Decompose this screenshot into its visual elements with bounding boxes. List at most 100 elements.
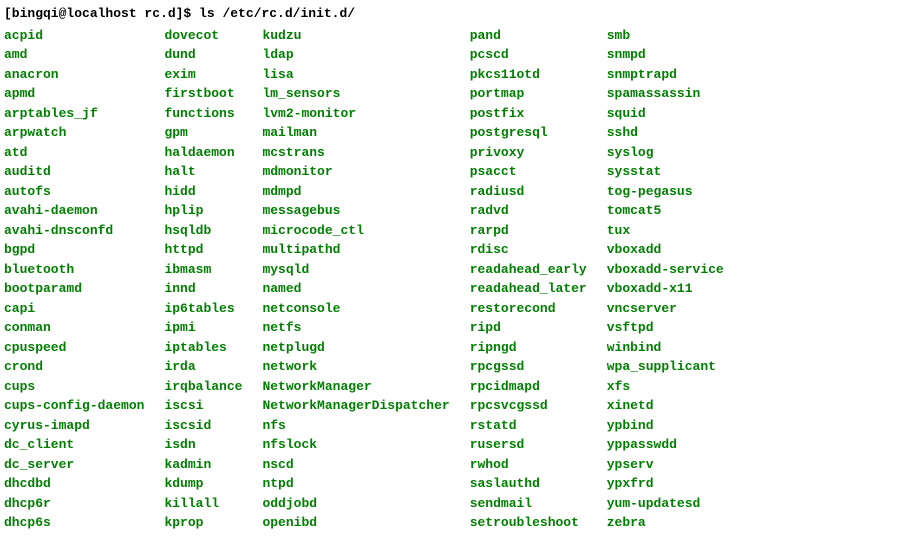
file-entry: nfs	[262, 416, 449, 436]
file-entry: functions	[164, 104, 242, 124]
file-entry: spamassassin	[607, 84, 724, 104]
file-entry: portmap	[470, 84, 587, 104]
file-entry: bgpd	[4, 240, 144, 260]
file-entry: iscsi	[164, 396, 242, 416]
file-entry: dhcdbd	[4, 474, 144, 494]
file-entry: firstboot	[164, 84, 242, 104]
file-entry: arpwatch	[4, 123, 144, 143]
file-entry: winbind	[607, 338, 724, 358]
file-entry: kudzu	[262, 26, 449, 46]
file-entry: named	[262, 279, 449, 299]
prompt-prefix: [bingqi@localhost rc.d]$	[4, 6, 191, 21]
column-2: kudzuldaplisalm_sensorslvm2-monitormailm…	[262, 26, 469, 533]
file-entry: xfs	[607, 377, 724, 397]
file-entry: isdn	[164, 435, 242, 455]
file-entry: iscsid	[164, 416, 242, 436]
file-entry: ibmasm	[164, 260, 242, 280]
file-entry: NetworkManager	[262, 377, 449, 397]
file-entry: network	[262, 357, 449, 377]
file-entry: postgresql	[470, 123, 587, 143]
file-entry: vboxadd-service	[607, 260, 724, 280]
file-entry: rstatd	[470, 416, 587, 436]
file-entry: oddjobd	[262, 494, 449, 514]
file-entry: tog-pegasus	[607, 182, 724, 202]
file-entry: lvm2-monitor	[262, 104, 449, 124]
file-entry: acpid	[4, 26, 144, 46]
file-entry: yum-updatesd	[607, 494, 724, 514]
file-entry: innd	[164, 279, 242, 299]
command-text: ls /etc/rc.d/init.d/	[199, 6, 355, 21]
file-entry: ripngd	[470, 338, 587, 358]
file-entry: kadmin	[164, 455, 242, 475]
file-entry: lisa	[262, 65, 449, 85]
file-entry: capi	[4, 299, 144, 319]
file-entry: rarpd	[470, 221, 587, 241]
file-entry: rusersd	[470, 435, 587, 455]
file-entry: pkcs11otd	[470, 65, 587, 85]
file-entry: mcstrans	[262, 143, 449, 163]
file-entry: psacct	[470, 162, 587, 182]
column-0: acpidamdanacronapmdarptables_jfarpwatcha…	[4, 26, 164, 533]
file-entry: yppasswdd	[607, 435, 724, 455]
file-entry: avahi-daemon	[4, 201, 144, 221]
file-entry: hidd	[164, 182, 242, 202]
file-entry: kdump	[164, 474, 242, 494]
file-entry: nscd	[262, 455, 449, 475]
file-entry: avahi-dnsconfd	[4, 221, 144, 241]
file-entry: dovecot	[164, 26, 242, 46]
file-entry: sysstat	[607, 162, 724, 182]
file-entry: irqbalance	[164, 377, 242, 397]
file-entry: ypserv	[607, 455, 724, 475]
file-entry: multipathd	[262, 240, 449, 260]
file-entry: sshd	[607, 123, 724, 143]
file-entry: haldaemon	[164, 143, 242, 163]
file-entry: netfs	[262, 318, 449, 338]
file-entry: crond	[4, 357, 144, 377]
file-entry: hsqldb	[164, 221, 242, 241]
file-entry: cups-config-daemon	[4, 396, 144, 416]
ls-output: acpidamdanacronapmdarptables_jfarpwatcha…	[4, 26, 910, 533]
file-entry: netconsole	[262, 299, 449, 319]
file-entry: rdisc	[470, 240, 587, 260]
file-entry: messagebus	[262, 201, 449, 221]
file-entry: rpcsvcgssd	[470, 396, 587, 416]
file-entry: ldap	[262, 45, 449, 65]
column-4: smbsnmpdsnmptrapdspamassassinsquidsshdsy…	[607, 26, 744, 533]
file-entry: setroubleshoot	[470, 513, 587, 533]
file-entry: NetworkManagerDispatcher	[262, 396, 449, 416]
file-entry: rpcidmapd	[470, 377, 587, 397]
file-entry: auditd	[4, 162, 144, 182]
file-entry: privoxy	[470, 143, 587, 163]
file-entry: arptables_jf	[4, 104, 144, 124]
file-entry: atd	[4, 143, 144, 163]
file-entry: hplip	[164, 201, 242, 221]
file-entry: apmd	[4, 84, 144, 104]
file-entry: cyrus-imapd	[4, 416, 144, 436]
file-entry: kprop	[164, 513, 242, 533]
file-entry: syslog	[607, 143, 724, 163]
file-entry: dhcp6s	[4, 513, 144, 533]
file-entry: iptables	[164, 338, 242, 358]
file-entry: mdmpd	[262, 182, 449, 202]
file-entry: radiusd	[470, 182, 587, 202]
file-entry: dhcp6r	[4, 494, 144, 514]
file-entry: postfix	[470, 104, 587, 124]
file-entry: pcscd	[470, 45, 587, 65]
file-entry: mdmonitor	[262, 162, 449, 182]
file-entry: tux	[607, 221, 724, 241]
file-entry: readahead_early	[470, 260, 587, 280]
file-entry: ip6tables	[164, 299, 242, 319]
file-entry: exim	[164, 65, 242, 85]
file-entry: netplugd	[262, 338, 449, 358]
file-entry: mysqld	[262, 260, 449, 280]
file-entry: ypbind	[607, 416, 724, 436]
file-entry: dc_server	[4, 455, 144, 475]
file-entry: cpuspeed	[4, 338, 144, 358]
file-entry: bootparamd	[4, 279, 144, 299]
file-entry: bluetooth	[4, 260, 144, 280]
file-entry: cups	[4, 377, 144, 397]
file-entry: xinetd	[607, 396, 724, 416]
file-entry: anacron	[4, 65, 144, 85]
file-entry: vsftpd	[607, 318, 724, 338]
file-entry: ypxfrd	[607, 474, 724, 494]
